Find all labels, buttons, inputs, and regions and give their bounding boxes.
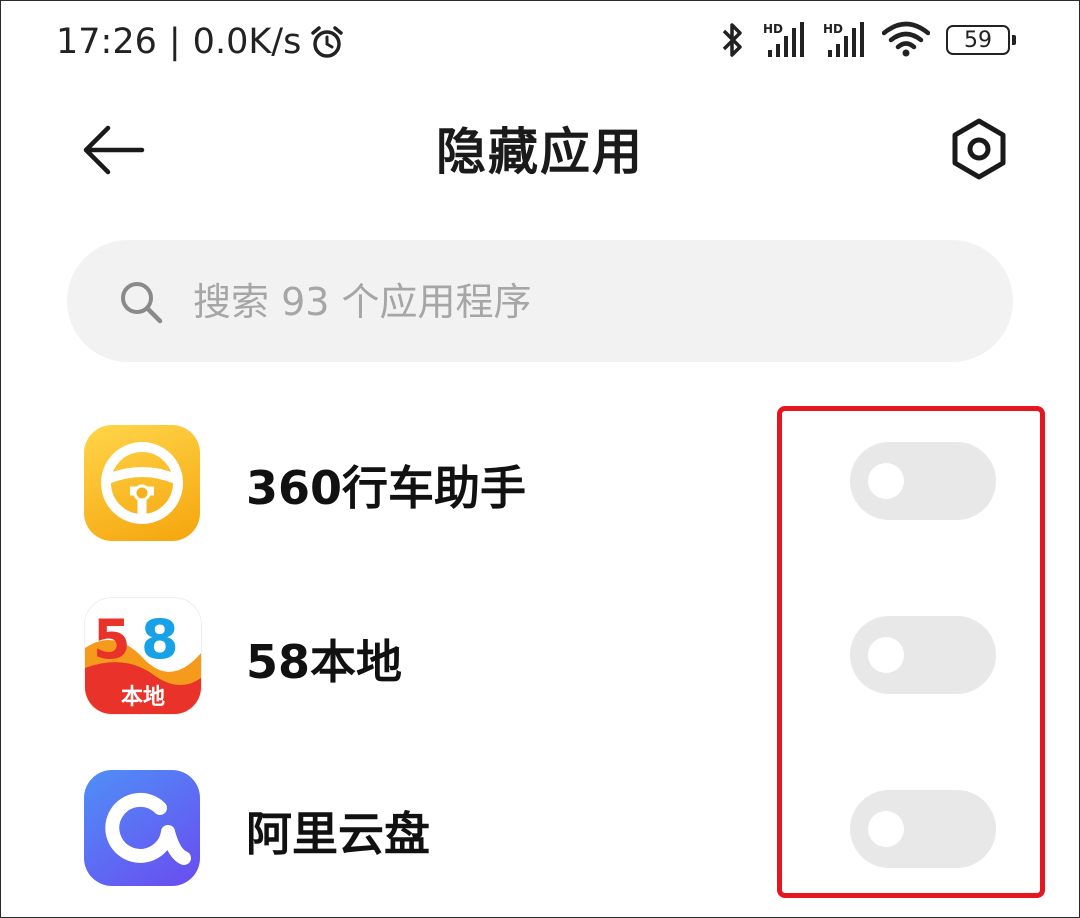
steering-wheel-icon	[101, 442, 183, 524]
cloud-drive-icon	[105, 792, 191, 865]
highlight-box	[777, 406, 1045, 898]
battery-level: 59	[964, 27, 992, 53]
app-name: 阿里云盘	[246, 807, 430, 861]
bluetooth-icon	[722, 23, 742, 57]
page-title: 隐藏应用	[436, 123, 644, 181]
search-bar[interactable]	[67, 240, 1013, 364]
network-speed: 0.0K/s	[192, 22, 302, 62]
status-right: HD HD 59	[718, 20, 1016, 60]
app-icon-58: 5 8 本地	[84, 597, 202, 715]
app-name: 58本地	[246, 635, 403, 689]
signal-hd-label: HD	[763, 22, 783, 36]
battery-icon: 59	[946, 25, 1016, 55]
status-separator: |	[168, 22, 181, 62]
app-icon-aliyun	[84, 770, 200, 886]
signal-hd-icon: HD	[763, 22, 804, 57]
status-left: 17:26 | 0.0K/s	[56, 22, 345, 62]
search-input[interactable]	[191, 240, 975, 364]
svg-text:8: 8	[141, 608, 179, 671]
search-icon	[121, 282, 163, 324]
wifi-icon	[882, 21, 930, 57]
status-time: 17:26	[56, 22, 157, 62]
58-logo-icon: 5 8 本地	[85, 608, 201, 714]
signal-hd-label: HD	[823, 22, 843, 36]
app-badge-label: 本地	[121, 685, 165, 710]
settings-icon[interactable]	[946, 116, 1012, 182]
alarm-icon	[311, 26, 344, 58]
app-name: 360行车助手	[246, 461, 527, 515]
signal-hd-icon: HD	[823, 22, 864, 57]
status-bar: 17:26 | 0.0K/s HD HD 59	[0, 0, 1080, 86]
app-icon-360	[84, 425, 200, 541]
svg-text:5: 5	[93, 608, 131, 671]
